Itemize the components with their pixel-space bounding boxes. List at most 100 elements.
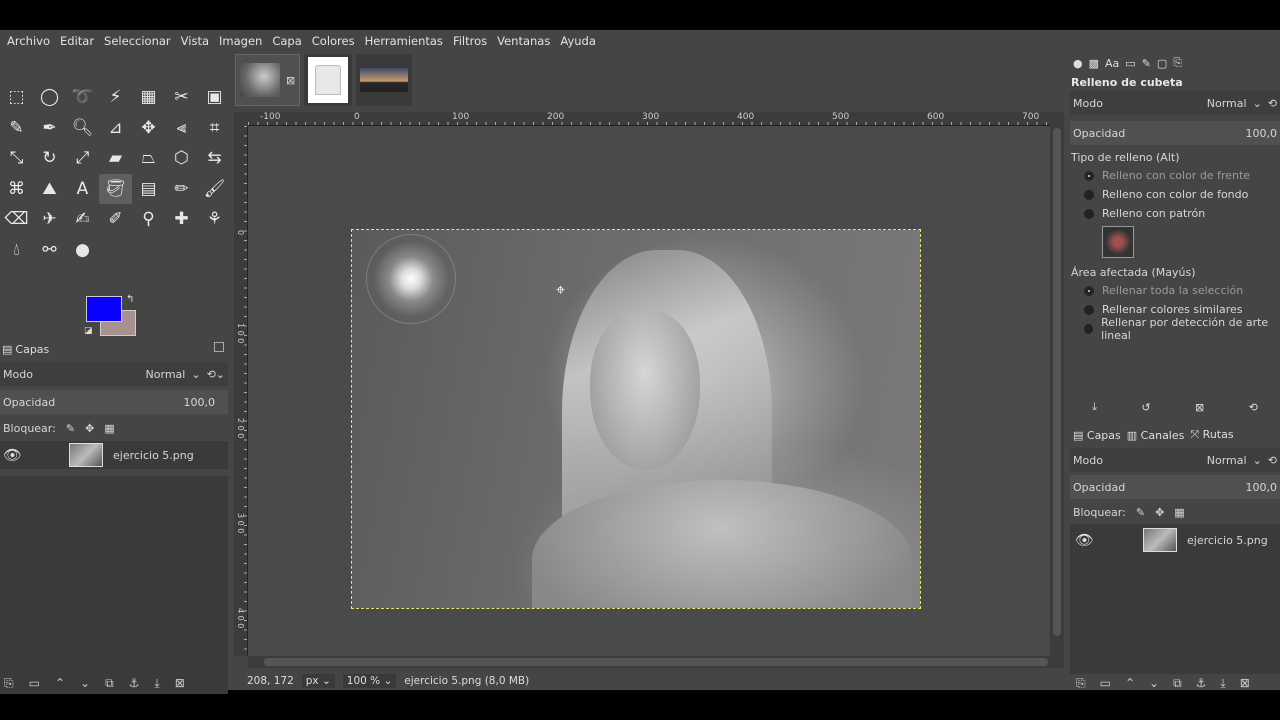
- scale-tool-icon[interactable]: ⤢: [66, 143, 99, 174]
- radio[interactable]: [1084, 189, 1094, 200]
- paintbrush-tool-icon[interactable]: 🖌︎: [198, 174, 231, 205]
- layers-panel-tab[interactable]: ▤ Capas: [0, 340, 230, 358]
- fill-type-bg[interactable]: Relleno con color de fondo: [1070, 185, 1280, 204]
- gradient-tool-icon[interactable]: ▤: [132, 174, 165, 205]
- menu-filtros[interactable]: Filtros: [448, 34, 492, 48]
- reset-options-icon[interactable]: ⟲: [1249, 401, 1258, 414]
- right-layer-opacity-row[interactable]: Opacidad 100,0: [1070, 475, 1280, 499]
- bucket-fill-tool-icon[interactable]: 🪣︎: [99, 173, 132, 204]
- fill-opacity-row[interactable]: Opacidad 100,0: [1070, 121, 1280, 145]
- image-tab-shirt[interactable]: [304, 54, 353, 106]
- perspective-tool-icon[interactable]: ⏢: [132, 143, 165, 174]
- pencil-tool-icon[interactable]: ✏: [165, 174, 198, 205]
- menu-colores[interactable]: Colores: [307, 34, 360, 48]
- pattern-preview[interactable]: [1102, 226, 1134, 258]
- anchor-layer-icon[interactable]: ⚓: [129, 676, 140, 691]
- menu-editar[interactable]: Editar: [55, 34, 99, 48]
- lower-layer-icon[interactable]: ⌄: [1149, 676, 1159, 691]
- radio-selected[interactable]: [1084, 285, 1094, 296]
- delete-layer-icon[interactable]: ⊠: [1240, 676, 1250, 691]
- unified-transform-tool-icon[interactable]: ⤡: [0, 143, 33, 174]
- mypaint-brush-tool-icon[interactable]: ✐: [99, 204, 132, 235]
- crop-tool-icon[interactable]: ⌗: [198, 113, 231, 144]
- layer-opacity-row[interactable]: Opacidad 100,0: [0, 390, 228, 414]
- rect-select-tool-icon[interactable]: ⬚: [0, 82, 33, 113]
- heal-tool-icon[interactable]: ✚: [165, 204, 198, 235]
- menu-herramientas[interactable]: Herramientas: [360, 34, 448, 48]
- restore-options-icon[interactable]: ↺: [1141, 401, 1150, 414]
- ellipse-select-tool-icon[interactable]: ◯: [33, 82, 66, 113]
- radio-selected[interactable]: [1084, 170, 1094, 181]
- right-layer-mode-row[interactable]: Modo Normal ⌄ ⟲: [1070, 448, 1280, 472]
- lower-layer-icon[interactable]: ⌄: [80, 676, 90, 691]
- patterns-tab-icon[interactable]: ▢: [1157, 57, 1167, 70]
- cage-tool-icon[interactable]: ⛰: [33, 174, 66, 205]
- lock-pixels-icon[interactable]: ✎: [66, 422, 75, 435]
- vertical-scrollbar[interactable]: [1050, 112, 1064, 668]
- fuzzy-select-tool-icon[interactable]: ⚡: [99, 82, 132, 113]
- anchor-layer-icon[interactable]: ⚓: [1196, 676, 1207, 691]
- menu-seleccionar[interactable]: Seleccionar: [99, 34, 176, 48]
- color-picker-tool-icon[interactable]: ✒: [33, 113, 66, 144]
- layer-item[interactable]: 👁︎ ejercicio 5.png: [0, 441, 228, 469]
- fill-mode-row[interactable]: Modo Normal ⌄ ⟲: [1070, 91, 1280, 115]
- menu-capa[interactable]: Capa: [267, 34, 306, 48]
- dodge-burn-tool-icon[interactable]: ⚯: [33, 235, 66, 266]
- paths-tool-icon[interactable]: ✎: [0, 113, 33, 144]
- ink-tool-icon[interactable]: ✍: [66, 204, 99, 235]
- swap-colors-icon[interactable]: ↰: [126, 294, 134, 305]
- menu-archivo[interactable]: Archivo: [2, 34, 55, 48]
- zoom-tool-icon[interactable]: 🔍︎: [66, 113, 99, 144]
- eraser-tool-icon[interactable]: ⌫: [0, 204, 33, 235]
- merge-down-icon[interactable]: ⤓: [154, 676, 159, 691]
- radio[interactable]: [1084, 208, 1094, 219]
- device-status-tab-icon[interactable]: ▩: [1089, 57, 1099, 70]
- new-layer-icon[interactable]: ⎘: [1076, 676, 1086, 691]
- smudge-tool-icon[interactable]: 💧︎: [0, 235, 33, 266]
- reset-mode-icon[interactable]: ⟲⌄: [207, 368, 225, 381]
- tab-rutas[interactable]: ⤧ Rutas: [1190, 428, 1233, 442]
- area-whole-selection[interactable]: Rellenar toda la selección: [1070, 281, 1280, 300]
- undo-history-tab-icon[interactable]: ⎘: [1173, 56, 1182, 70]
- radio[interactable]: [1084, 323, 1094, 334]
- merge-down-icon[interactable]: ⤓: [1220, 676, 1225, 691]
- clone-tool-icon[interactable]: ⚲: [132, 204, 165, 235]
- raise-layer-icon[interactable]: ⌃: [55, 676, 65, 691]
- horizontal-ruler[interactable]: -100 0 100 200 300 400 500 600 700: [248, 112, 1050, 126]
- foreground-color-swatch[interactable]: [86, 296, 122, 322]
- fill-type-pattern[interactable]: Relleno con patrón: [1070, 204, 1280, 223]
- vertical-ruler[interactable]: 0 1 0 0 2 0 0 3 0 0 4 0 0: [234, 126, 248, 656]
- lock-position-icon[interactable]: ✥: [85, 422, 94, 435]
- tab-canales[interactable]: ▥ Canales: [1127, 429, 1185, 442]
- images-tab-icon[interactable]: ▭: [1125, 57, 1135, 70]
- foreground-select-tool-icon[interactable]: ▣: [198, 82, 231, 113]
- delete-options-icon[interactable]: ⊠: [1195, 401, 1204, 414]
- lock-alpha-icon[interactable]: ▦: [104, 422, 114, 435]
- panel-config-icon[interactable]: [214, 342, 224, 352]
- lock-position-icon[interactable]: ✥: [1155, 506, 1164, 519]
- layer-mode-row[interactable]: Modo Normal ⌄ ⟲⌄: [0, 362, 228, 386]
- menu-imagen[interactable]: Imagen: [214, 34, 267, 48]
- layer-item[interactable]: 👁︎ ejercicio 5.png: [1070, 526, 1280, 554]
- reset-colors-icon[interactable]: ◪: [84, 326, 93, 336]
- raise-layer-icon[interactable]: ⌃: [1125, 676, 1135, 691]
- lock-alpha-icon[interactable]: ▦: [1174, 506, 1184, 519]
- radio[interactable]: [1084, 304, 1094, 315]
- fill-type-fg[interactable]: Relleno con color de frente: [1070, 166, 1280, 185]
- fonts-tab-icon[interactable]: Aa: [1105, 57, 1119, 70]
- zoom-select[interactable]: 100 % ⌄: [342, 674, 397, 688]
- perspective-clone-tool-icon[interactable]: ⚘: [198, 204, 231, 235]
- warp-tool-icon[interactable]: ⌘: [0, 174, 33, 205]
- align-tool-icon[interactable]: ⫷: [165, 113, 198, 144]
- duplicate-layer-icon[interactable]: ⧉: [105, 676, 114, 691]
- visibility-eye-icon[interactable]: 👁︎: [1075, 531, 1099, 549]
- reset-mode-icon[interactable]: ⟲: [1268, 97, 1277, 110]
- save-options-icon[interactable]: ⤓: [1092, 400, 1097, 414]
- image-tab-portrait[interactable]: ⊠: [235, 54, 301, 106]
- delete-layer-icon[interactable]: ⊠: [175, 676, 185, 691]
- menu-ayuda[interactable]: Ayuda: [555, 34, 601, 48]
- duplicate-layer-icon[interactable]: ⧉: [1173, 676, 1182, 691]
- close-icon[interactable]: ⊠: [286, 74, 295, 87]
- shear-tool-icon[interactable]: ▰: [99, 143, 132, 174]
- tool-options-tab-icon[interactable]: ●: [1073, 57, 1083, 70]
